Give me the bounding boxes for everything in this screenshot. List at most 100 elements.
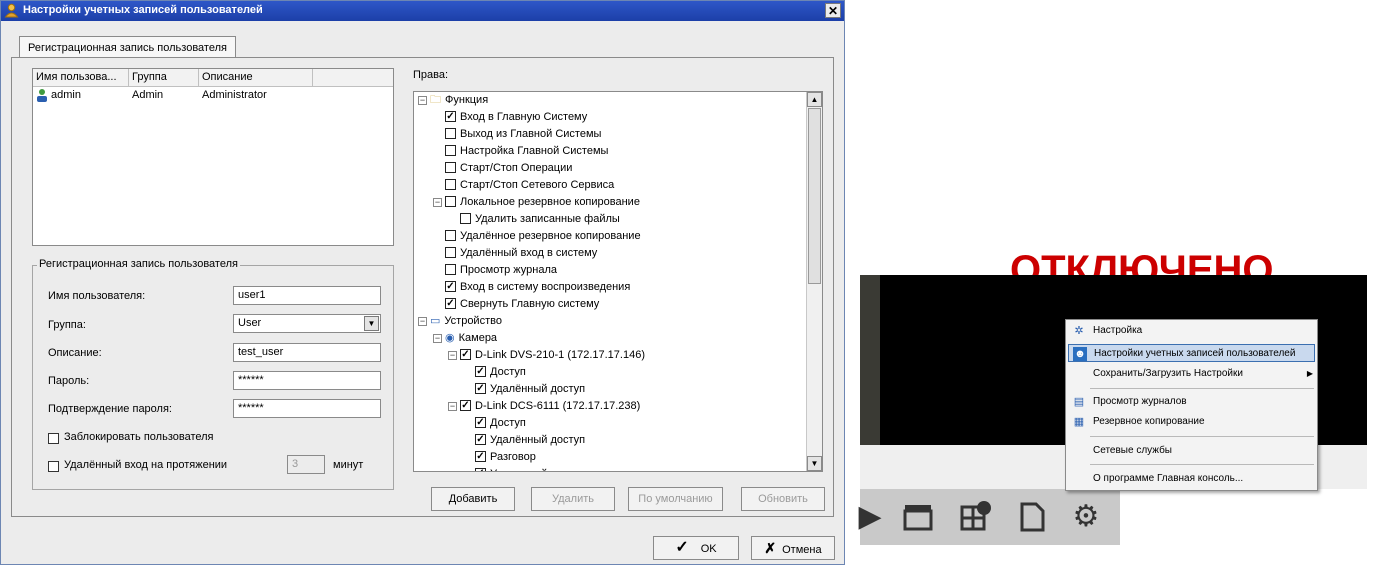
- settings-gear-icon[interactable]: ⚙: [1068, 499, 1104, 535]
- user-list[interactable]: Имя пользова... Группа Описание admin Ad…: [32, 68, 394, 246]
- tree-node[interactable]: Выход из Главной Системы: [445, 126, 601, 143]
- tree-node[interactable]: ◉ Камера: [445, 330, 497, 347]
- check-icon: ✓: [675, 539, 689, 556]
- tree-node[interactable]: Удалить записанные файлы: [460, 211, 620, 228]
- menu-item-backup[interactable]: ▦ Резервное копирование: [1068, 413, 1315, 431]
- tree-checkbox[interactable]: ✓: [475, 450, 486, 462]
- playback-icon[interactable]: ▶: [852, 499, 888, 535]
- default-button[interactable]: По умолчанию: [628, 487, 723, 511]
- tree-expander-icon[interactable]: −: [433, 334, 442, 343]
- ok-button[interactable]: ✓ OK: [653, 536, 739, 560]
- chevron-down-icon[interactable]: ▼: [364, 316, 379, 331]
- scroll-down-icon[interactable]: ▼: [807, 456, 822, 471]
- tree-node[interactable]: Просмотр журнала: [445, 262, 557, 279]
- menu-item-user-accounts[interactable]: ☻ Настройки учетных записей пользователе…: [1068, 344, 1315, 362]
- tree-node[interactable]: Удалённый вход в систему: [445, 245, 597, 262]
- menu-item-label: Сохранить/Загрузить Настройки: [1093, 368, 1243, 379]
- confirm-password-input[interactable]: ******: [233, 399, 381, 418]
- password-input[interactable]: ******: [233, 371, 381, 390]
- tree-checkbox[interactable]: [445, 229, 456, 241]
- remote-minutes-input[interactable]: 3: [287, 455, 325, 474]
- tree-node[interactable]: ✓ Разговор: [475, 449, 536, 466]
- delete-button[interactable]: Удалить: [531, 487, 615, 511]
- tree-checkbox[interactable]: [445, 144, 456, 156]
- tree-node[interactable]: ✓ Удалённый доступ: [475, 381, 585, 398]
- tree-node[interactable]: ▭ Устройство: [430, 313, 502, 330]
- tree-node[interactable]: Старт/Стоп Операции: [445, 160, 572, 177]
- table-row[interactable]: admin Admin Administrator: [33, 87, 393, 103]
- tree-checkbox[interactable]: ✓: [475, 467, 486, 471]
- scroll-thumb[interactable]: [808, 108, 821, 284]
- schedule-grid-icon[interactable]: [958, 499, 994, 535]
- tree-node-label: Доступ: [490, 417, 526, 429]
- minutes-unit-label: минут: [333, 459, 364, 471]
- tree-expander-icon[interactable]: −: [433, 198, 442, 207]
- tree-checkbox[interactable]: ✓: [445, 280, 456, 292]
- tree-checkbox[interactable]: ✓: [445, 110, 456, 122]
- tree-node[interactable]: ✓ Вход в Главную Систему: [445, 109, 587, 126]
- video-edge: [860, 275, 880, 445]
- tree-checkbox[interactable]: ✓: [445, 297, 456, 309]
- tree-node[interactable]: ✓ D-Link DVS-210-1 (172.17.17.146): [460, 347, 645, 364]
- dialog-title: Настройки учетных записей пользователей: [23, 4, 263, 16]
- tree-checkbox[interactable]: [445, 161, 456, 173]
- tree-node[interactable]: Удалённое резервное копирование: [445, 228, 641, 245]
- menu-item-settings[interactable]: ✲ Настройка: [1068, 322, 1315, 340]
- column-header-description[interactable]: Описание: [199, 69, 313, 86]
- menu-item-label: Настройка: [1093, 325, 1143, 336]
- rights-tree[interactable]: − 🗀 Функция ✓ Вход в Главную Систему Выход из…: [413, 91, 823, 472]
- username-input[interactable]: user1: [233, 286, 381, 305]
- tree-node[interactable]: ✓ Удаленный разговор: [475, 466, 595, 471]
- tree-checkbox[interactable]: [445, 263, 456, 275]
- update-button[interactable]: Обновить: [741, 487, 825, 511]
- cancel-button[interactable]: ✗ Отмена: [751, 536, 835, 560]
- username-label: Имя пользователя:: [48, 290, 146, 302]
- close-button[interactable]: ✕: [825, 3, 841, 18]
- tree-node[interactable]: ✓ Свернуть Главную систему: [445, 296, 599, 313]
- tree-node-label: Удаленный разговор: [490, 468, 595, 471]
- tree-checkbox[interactable]: [460, 212, 471, 224]
- title-bar[interactable]: Настройки учетных записей пользователей …: [1, 1, 844, 21]
- menu-item-about[interactable]: О программе Главная консоль...: [1068, 470, 1315, 488]
- tree-node-label: Вход в Главную Систему: [460, 111, 588, 123]
- remote-login-checkbox[interactable]: [48, 461, 59, 472]
- tree-node[interactable]: Настройка Главной Системы: [445, 143, 608, 160]
- column-header-group[interactable]: Группа: [129, 69, 199, 86]
- tree-checkbox[interactable]: ✓: [475, 416, 486, 428]
- tree-checkbox[interactable]: ✓: [475, 365, 486, 377]
- tree-node[interactable]: ✓ D-Link DCS-6111 (172.17.17.238): [460, 398, 640, 415]
- menu-item-save-load[interactable]: Сохранить/Загрузить Настройки ▶: [1068, 365, 1315, 383]
- tree-expander-icon[interactable]: −: [418, 317, 427, 326]
- tree-checkbox[interactable]: [445, 195, 456, 207]
- user-list-header: Имя пользова... Группа Описание: [33, 69, 393, 87]
- tree-node[interactable]: Локальное резервное копирование: [445, 194, 640, 211]
- tree-node[interactable]: ✓ Удалённый доступ: [475, 432, 585, 449]
- tree-checkbox[interactable]: ✓: [460, 399, 471, 411]
- tree-checkbox[interactable]: [445, 246, 456, 258]
- add-button[interactable]: Добавить: [431, 487, 515, 511]
- menu-item-network-services[interactable]: Сетевые службы: [1068, 442, 1315, 460]
- group-select[interactable]: User ▼: [233, 314, 381, 333]
- tree-node[interactable]: ✓ Доступ: [475, 364, 526, 381]
- tree-checkbox[interactable]: ✓: [460, 348, 471, 360]
- tree-node[interactable]: ✓ Вход в систему воспроизведения: [445, 279, 630, 296]
- tree-expander-icon[interactable]: −: [418, 96, 427, 105]
- tree-expander-icon[interactable]: −: [448, 402, 457, 411]
- tree-scrollbar[interactable]: ▲ ▼: [806, 92, 822, 471]
- column-header-username[interactable]: Имя пользова...: [33, 69, 129, 86]
- tree-checkbox[interactable]: ✓: [475, 382, 486, 394]
- tree-node[interactable]: ✓ Доступ: [475, 415, 526, 432]
- lock-user-checkbox[interactable]: [48, 433, 59, 444]
- tree-node[interactable]: 🗀 Функция: [430, 92, 488, 109]
- clapperboard-icon[interactable]: [900, 499, 936, 535]
- tree-checkbox[interactable]: [445, 127, 456, 139]
- tree-expander-icon[interactable]: −: [448, 351, 457, 360]
- menu-item-view-logs[interactable]: ▤ Просмотр журналов: [1068, 393, 1315, 411]
- scroll-up-icon[interactable]: ▲: [807, 92, 822, 107]
- document-icon[interactable]: [1014, 499, 1050, 535]
- tree-checkbox[interactable]: [445, 178, 456, 190]
- tree-node[interactable]: Старт/Стоп Сетевого Сервиса: [445, 177, 614, 194]
- tree-checkbox[interactable]: ✓: [475, 433, 486, 445]
- description-input[interactable]: test_user: [233, 343, 381, 362]
- tab-user-account[interactable]: Регистрационная запись пользователя: [19, 36, 236, 58]
